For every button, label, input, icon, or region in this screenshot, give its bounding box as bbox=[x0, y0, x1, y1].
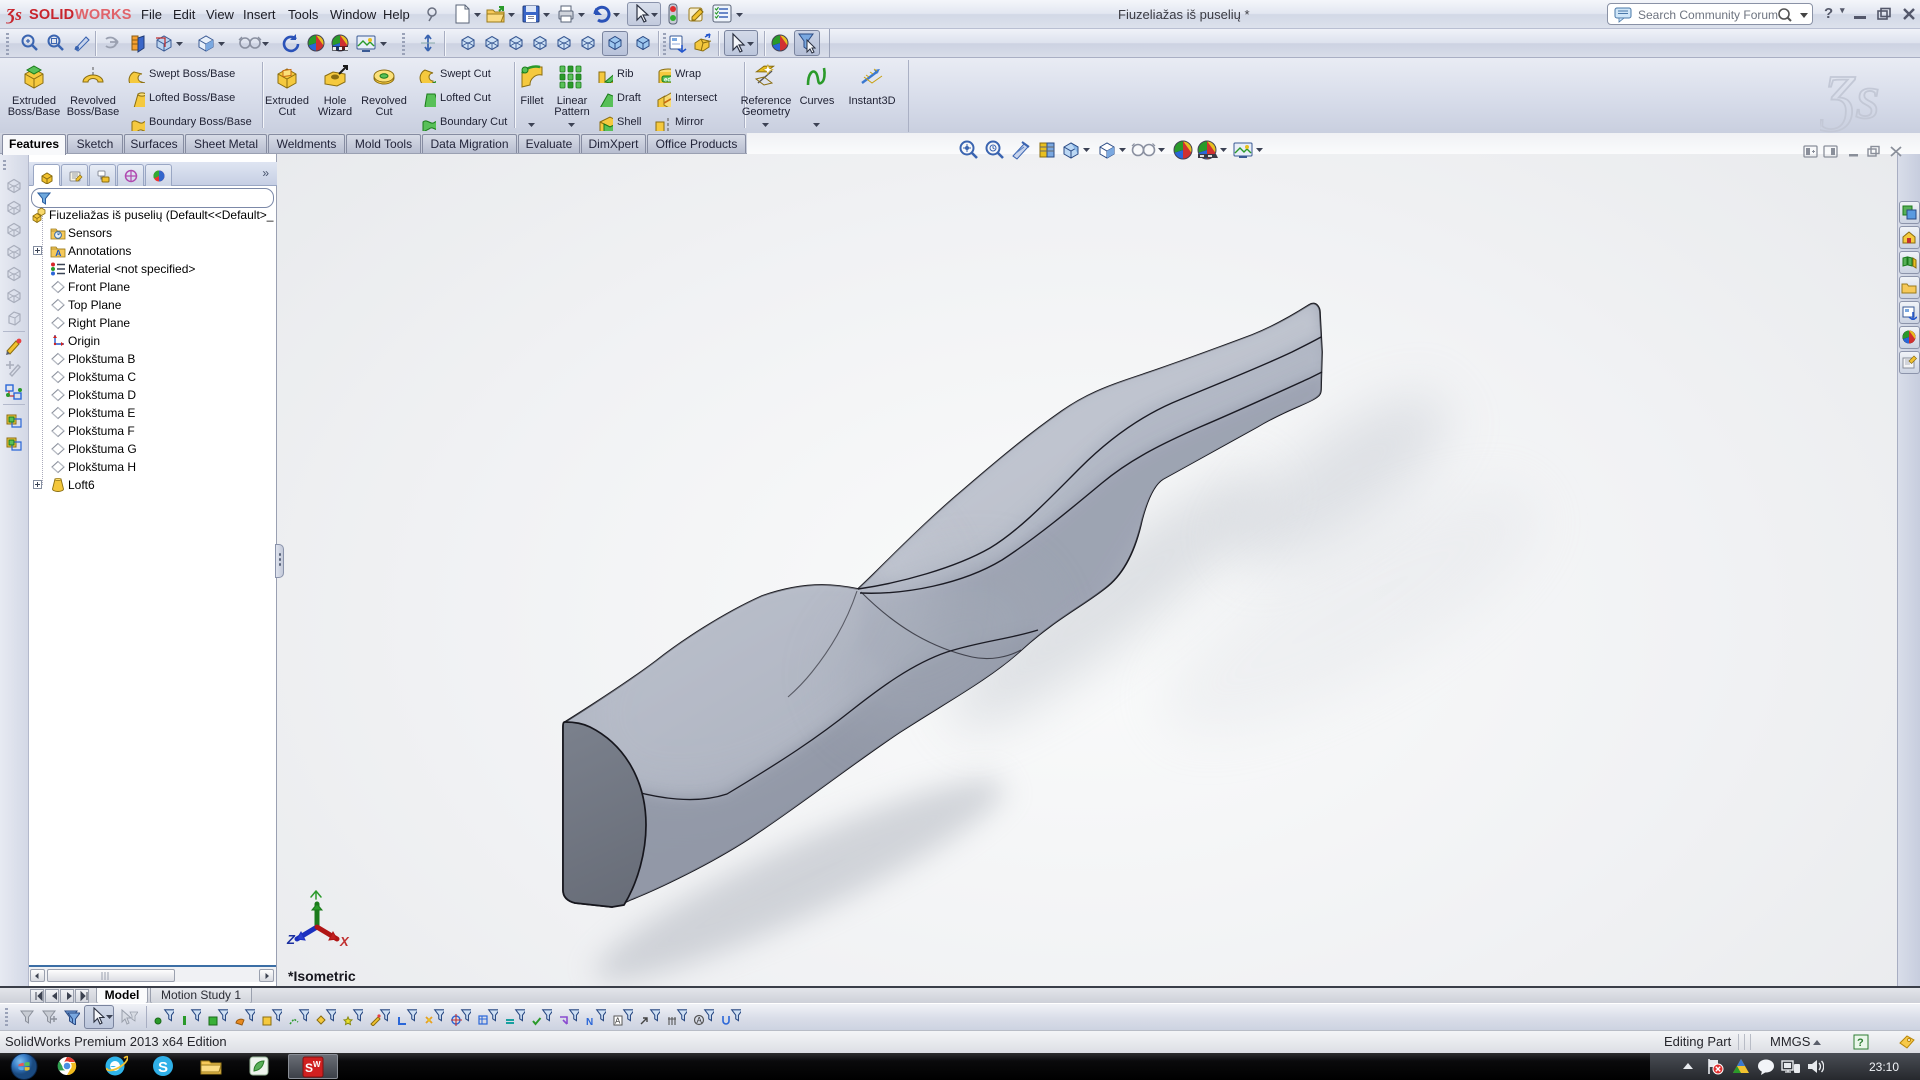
svg-text:A: A bbox=[55, 248, 61, 258]
svg-text:SOLID: SOLID bbox=[29, 7, 74, 23]
svg-text:A: A bbox=[697, 1016, 703, 1025]
svg-text:N: N bbox=[586, 1017, 593, 1026]
svg-text:WORKS: WORKS bbox=[75, 7, 132, 23]
svg-text:X: X bbox=[339, 934, 350, 949]
svg-text:A: A bbox=[615, 1017, 621, 1026]
svg-text:?: ? bbox=[1857, 1037, 1864, 1049]
svg-text:W: W bbox=[313, 1060, 321, 1069]
svg-text:S: S bbox=[305, 1061, 313, 1075]
svg-text:ed: ed bbox=[664, 78, 671, 84]
svg-text:Ʒs: Ʒs bbox=[6, 5, 22, 24]
svg-text:Ʒs: Ʒs bbox=[1820, 64, 1880, 132]
svg-text:S: S bbox=[158, 1059, 168, 1076]
svg-text:Z: Z bbox=[286, 932, 296, 947]
